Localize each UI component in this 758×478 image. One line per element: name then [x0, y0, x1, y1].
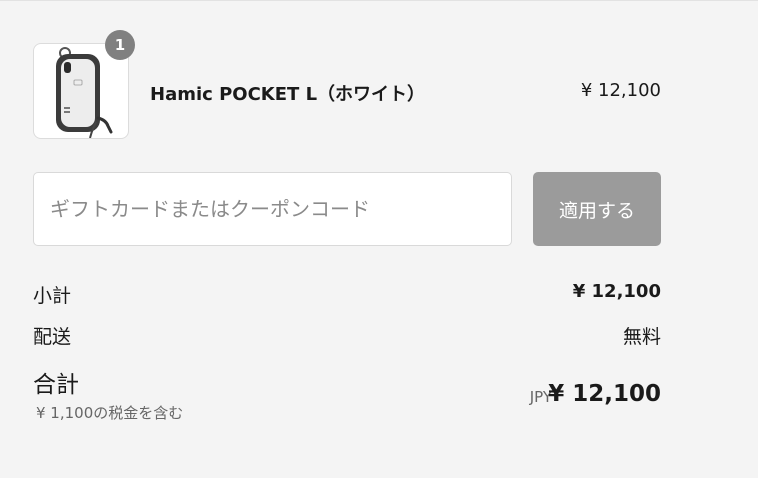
- line-item: 1 Hamic POCKET L（ホワイト） ¥ 12,100: [33, 30, 661, 139]
- product-price: ¥ 12,100: [580, 80, 661, 101]
- total-row: 合計 ¥ 1,100の税金を含む JPY ¥ 12,100: [33, 365, 661, 425]
- total-amount: ¥ 12,100: [548, 381, 661, 407]
- product-name: Hamic POCKET L（ホワイト）: [150, 84, 426, 105]
- tax-note: ¥ 1,100の税金を含む: [36, 404, 184, 422]
- total-label: 合計: [33, 372, 79, 398]
- subtotal-value: ¥ 12,100: [572, 281, 661, 302]
- apply-discount-button[interactable]: 適用する: [533, 172, 661, 246]
- subtotal-row: 小計 ¥ 12,100: [33, 281, 661, 307]
- shipping-row: 配送 無料: [33, 322, 661, 348]
- shipping-value: 無料: [622, 326, 661, 348]
- quantity-badge: 1: [105, 30, 135, 60]
- subtotal-label: 小計: [33, 285, 72, 307]
- product-thumbnail-wrapper: 1: [33, 30, 135, 139]
- discount-code-row: 適用する: [33, 172, 661, 246]
- shipping-label: 配送: [33, 326, 72, 348]
- discount-code-input[interactable]: [33, 172, 512, 246]
